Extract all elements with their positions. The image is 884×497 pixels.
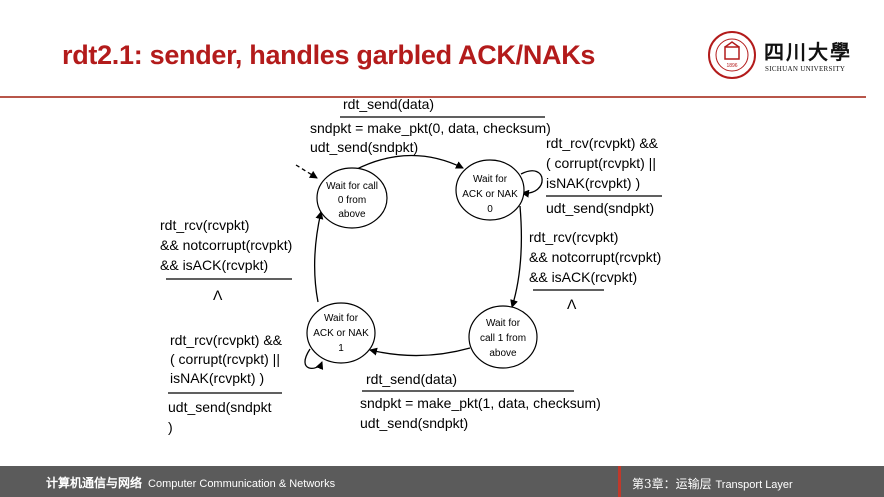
footer-course-cn: 计算机通信与网络 [46, 476, 143, 490]
transition-ack-0-arrow [510, 205, 523, 308]
footer-course: 计算机通信与网络 Computer Communication & Network… [46, 474, 335, 491]
transition-send-1-event: rdt_send(data) [366, 371, 457, 387]
initial-state-arrow [295, 164, 318, 179]
fsm-diagram: Wait for call 0 from above Wait for ACK … [160, 96, 662, 435]
transition-send-0-action: sndpkt = make_pkt(0, data, checksum) [310, 120, 551, 136]
transition-ack-0-event: && isACK(rcvpkt) [529, 269, 637, 285]
transition-ack-1-event: rdt_rcv(rcvpkt) [160, 217, 249, 233]
footer-bar: 计算机通信与网络 Computer Communication & Network… [0, 466, 884, 497]
footer-chapter: 第3章：运输层 Transport Layer [632, 475, 793, 492]
transition-retransmit-1-event: ( corrupt(rcvpkt) || [170, 351, 280, 367]
transition-send-1-action: sndpkt = make_pkt(1, data, checksum) [360, 395, 601, 411]
state-label: ACK or NAK [462, 189, 518, 200]
transition-send-0-arrow [354, 154, 464, 171]
transition-ack-0-action: Λ [567, 296, 577, 312]
state-label: Wait for [486, 318, 521, 329]
state-label: Wait for [473, 174, 508, 185]
state-wait-call-1: Wait for call 1 from above [468, 305, 538, 369]
transition-send-1-arrow [369, 347, 471, 357]
transition-retransmit-0-event: rdt_rcv(rcvpkt) && [546, 135, 659, 151]
transition-retransmit-1-action: ) [168, 419, 173, 435]
transition-send-0-action: udt_send(sndpkt) [310, 139, 418, 155]
footer-separator [618, 466, 621, 497]
transition-retransmit-0-event: ( corrupt(rcvpkt) || [546, 155, 656, 171]
transition-retransmit-1-event: rdt_rcv(rcvpkt) && [170, 332, 283, 348]
footer-chapter-en: Transport Layer [715, 479, 793, 491]
transition-ack-1-action: Λ [213, 287, 223, 303]
transition-retransmit-1-action: udt_send(sndpkt [168, 399, 272, 415]
state-wait-call-0: Wait for call 0 from above [316, 167, 388, 229]
state-label: ACK or NAK [313, 328, 369, 339]
transition-send-0-event: rdt_send(data) [343, 96, 434, 112]
transition-ack-1-event: && isACK(rcvpkt) [160, 257, 268, 273]
state-label: Wait for [324, 313, 359, 324]
transition-ack-0-event: && notcorrupt(rcvpkt) [529, 249, 661, 265]
state-label: above [338, 209, 366, 220]
state-label: 1 [338, 343, 344, 354]
state-label: 0 from [338, 195, 366, 206]
transition-ack-1-arrow [313, 211, 324, 303]
transition-ack-0-event: rdt_rcv(rcvpkt) [529, 229, 618, 245]
state-wait-ack-1: Wait for ACK or NAK 1 [306, 302, 376, 364]
state-label: call 1 from [480, 333, 526, 344]
state-label: Wait for call [326, 181, 378, 192]
state-wait-ack-0: Wait for ACK or NAK 0 [455, 159, 525, 221]
transition-retransmit-1-event: isNAK(rcvpkt) ) [170, 370, 264, 386]
transition-ack-1-event: && notcorrupt(rcvpkt) [160, 237, 292, 253]
transition-send-1-action: udt_send(sndpkt) [360, 415, 468, 431]
footer-chapter-cn: 第3章：运输层 [632, 477, 712, 491]
transition-retransmit-0-action: udt_send(sndpkt) [546, 200, 654, 216]
state-label: 0 [487, 204, 493, 215]
footer-course-en: Computer Communication & Networks [148, 478, 336, 490]
transition-retransmit-0-event: isNAK(rcvpkt) ) [546, 175, 640, 191]
state-label: above [489, 348, 517, 359]
